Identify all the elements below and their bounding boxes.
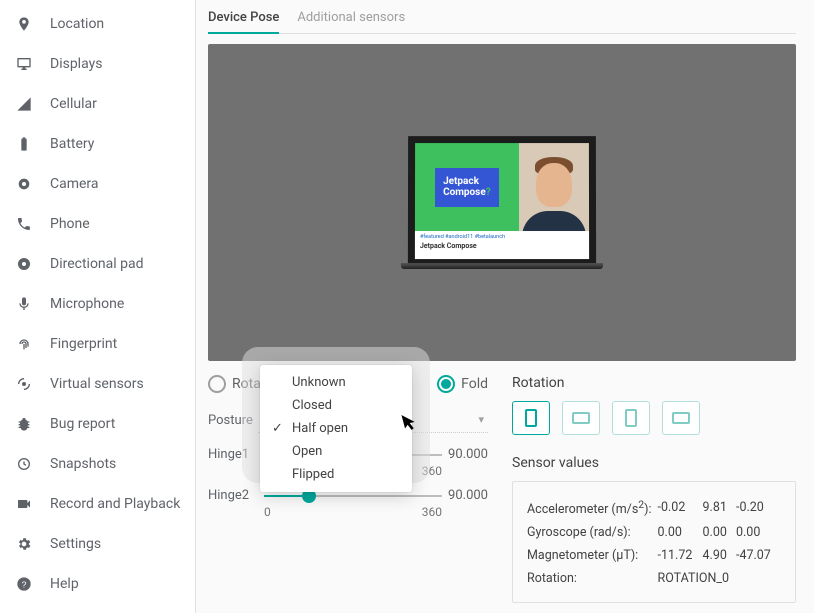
posture-option-flipped[interactable]: Flipped xyxy=(260,463,412,486)
preview-badge: Jetpack Compose? xyxy=(435,167,499,206)
tab-additional-sensors[interactable]: Additional sensors xyxy=(297,10,405,33)
snapshots-icon xyxy=(14,454,34,474)
phone-icon xyxy=(14,214,34,234)
slider-max: 360 xyxy=(422,505,442,519)
sidebar-item-phone[interactable]: Phone xyxy=(0,204,195,244)
svg-text:?: ? xyxy=(22,579,27,589)
sensors-icon xyxy=(14,374,34,394)
help-icon: ? xyxy=(14,574,34,594)
posture-option-unknown[interactable]: Unknown xyxy=(260,371,412,394)
bug-icon xyxy=(14,414,34,434)
rotation-and-sensors: Rotation Sensor values Accelerometer (m/… xyxy=(512,375,796,603)
rotation-btn-270[interactable] xyxy=(662,401,700,435)
sidebar-item-label: Cellular xyxy=(50,96,97,112)
rotation-title: Rotation xyxy=(512,375,796,391)
sensor-values-box: Accelerometer (m/s2): -0.02 9.81 -0.20 G… xyxy=(512,481,796,603)
sidebar-item-label: Displays xyxy=(50,56,102,72)
sidebar-item-microphone[interactable]: Microphone xyxy=(0,284,195,324)
hinge2-value[interactable]: 90.000 xyxy=(448,488,488,503)
sidebar-item-label: Microphone xyxy=(50,296,124,312)
sensor-row-accelerometer: Accelerometer (m/s2): -0.02 9.81 -0.20 xyxy=(527,494,781,521)
sensor-row-magnetometer: Magnetometer (μT): -11.72 4.90 -47.07 xyxy=(527,544,781,567)
sensor-values-title: Sensor values xyxy=(512,455,796,471)
sidebar-item-record-playback[interactable]: Record and Playback xyxy=(0,484,195,524)
sidebar-item-help[interactable]: ? Help xyxy=(0,564,195,604)
tabs: Device Pose Additional sensors xyxy=(208,10,796,34)
sidebar-item-label: Help xyxy=(50,576,79,592)
sidebar-item-bug-report[interactable]: Bug report xyxy=(0,404,195,444)
hinge1-value[interactable]: 90.000 xyxy=(448,447,488,462)
slider-min: 0 xyxy=(264,505,271,519)
sidebar-item-label: Settings xyxy=(50,536,101,552)
sidebar-item-fingerprint[interactable]: Fingerprint xyxy=(0,324,195,364)
sidebar-item-location[interactable]: Location xyxy=(0,4,195,44)
radio-fold[interactable]: Fold xyxy=(437,375,488,393)
posture-option-open[interactable]: Open xyxy=(260,440,412,463)
sidebar-item-label: Snapshots xyxy=(50,456,116,472)
sidebar-item-label: Record and Playback xyxy=(50,496,180,512)
displays-icon xyxy=(14,54,34,74)
sidebar-item-displays[interactable]: Displays xyxy=(0,44,195,84)
microphone-icon xyxy=(14,294,34,314)
device-mock: Jetpack Compose? #featured #android11 #b… xyxy=(408,136,596,269)
tab-device-pose[interactable]: Device Pose xyxy=(208,10,279,33)
radio-fold-label: Fold xyxy=(461,376,488,392)
battery-icon xyxy=(14,134,34,154)
hinge2-label: Hinge2 xyxy=(208,488,258,503)
hinge2-slider[interactable] xyxy=(264,495,442,497)
location-icon xyxy=(14,14,34,34)
settings-icon xyxy=(14,534,34,554)
sidebar-item-snapshots[interactable]: Snapshots xyxy=(0,444,195,484)
posture-option-closed[interactable]: Closed xyxy=(260,394,412,417)
sidebar-item-battery[interactable]: Battery xyxy=(0,124,195,164)
cellular-icon xyxy=(14,94,34,114)
preview-title: Jetpack Compose xyxy=(420,242,584,250)
sidebar: Location Displays Cellular Battery Camer… xyxy=(0,0,196,613)
sidebar-item-label: Bug report xyxy=(50,416,115,432)
device-preview[interactable]: Jetpack Compose? #featured #android11 #b… xyxy=(208,44,796,361)
rotation-btn-90[interactable] xyxy=(562,401,600,435)
posture-dropdown-menu: Unknown Closed Half open Open Flipped xyxy=(260,365,412,492)
record-icon xyxy=(14,494,34,514)
main-panel: Device Pose Additional sensors Jetpack C… xyxy=(196,0,814,613)
sidebar-item-directional-pad[interactable]: Directional pad xyxy=(0,244,195,284)
sidebar-item-cellular[interactable]: Cellular xyxy=(0,84,195,124)
rotation-btn-0[interactable] xyxy=(512,401,550,435)
preview-person xyxy=(519,143,589,231)
sidebar-item-label: Camera xyxy=(50,176,99,192)
preview-hashtags: #featured #android11 #betalaunch xyxy=(420,234,584,240)
sidebar-item-label: Phone xyxy=(50,216,90,232)
dpad-icon xyxy=(14,254,34,274)
sidebar-item-label: Fingerprint xyxy=(50,336,117,352)
posture-option-half-open[interactable]: Half open xyxy=(260,417,412,440)
sidebar-item-camera[interactable]: Camera xyxy=(0,164,195,204)
sidebar-item-virtual-sensors[interactable]: Virtual sensors xyxy=(0,364,195,404)
sidebar-item-label: Virtual sensors xyxy=(50,376,144,392)
fingerprint-icon xyxy=(14,334,34,354)
sidebar-item-label: Directional pad xyxy=(50,256,144,272)
pose-controls: Rotate Fold Posture Hinge1 xyxy=(208,375,488,603)
sidebar-item-label: Location xyxy=(50,16,104,32)
sidebar-item-label: Battery xyxy=(50,136,94,152)
sensor-row-rotation: Rotation: ROTATION_0 xyxy=(527,567,781,590)
sensor-row-gyroscope: Gyroscope (rad/s): 0.00 0.00 0.00 xyxy=(527,521,781,544)
camera-icon xyxy=(14,174,34,194)
sidebar-item-settings[interactable]: Settings xyxy=(0,524,195,564)
rotation-btn-180[interactable] xyxy=(612,401,650,435)
